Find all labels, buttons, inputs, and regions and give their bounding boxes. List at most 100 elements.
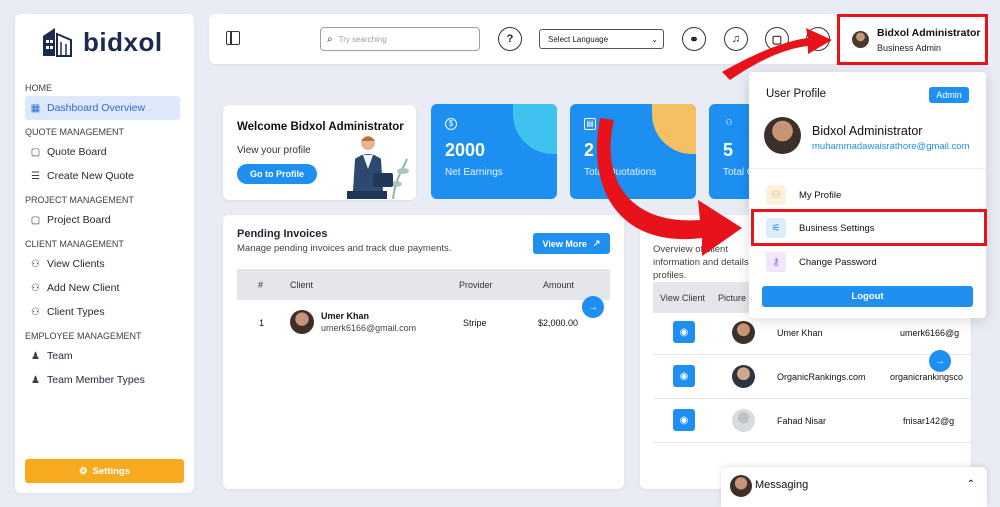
- column-header: Picture: [718, 293, 747, 303]
- user-profile-dropdown: User Profile Admin Bidxol Administrator …: [749, 72, 986, 318]
- search-input[interactable]: ⌕ Try searching: [320, 27, 480, 51]
- eye-icon[interactable]: ◉: [673, 409, 695, 431]
- bell-icon[interactable]: ♫: [724, 27, 748, 51]
- stat-card-decoration: [652, 104, 696, 154]
- column-header: Provider: [459, 280, 493, 290]
- gear-icon: ⚙: [78, 465, 88, 477]
- eye-icon[interactable]: ◉: [673, 321, 695, 343]
- divider: [749, 168, 986, 169]
- chat-icon[interactable]: ▢: [765, 27, 789, 51]
- language-select[interactable]: Select Language ⌄: [539, 29, 664, 49]
- sidebar-item-add-new-client[interactable]: ⚇ Add New Client: [25, 276, 180, 300]
- team-icon: ♟: [31, 350, 40, 362]
- database-icon: ☰: [31, 170, 40, 182]
- provider: Stripe: [463, 318, 487, 328]
- view-more-label: View More: [542, 238, 587, 249]
- column-header: #: [258, 280, 264, 290]
- scroll-right-icon[interactable]: →: [582, 296, 604, 318]
- brand-logo[interactable]: bidxol: [41, 26, 163, 58]
- welcome-subtitle: View your profile: [237, 145, 311, 156]
- avatar: [732, 365, 755, 388]
- link-icon[interactable]: ⚭: [682, 27, 706, 51]
- arrow-up-right-icon: ↗: [592, 238, 601, 248]
- card-subtitle: Manage pending invoices and track due pa…: [237, 243, 452, 254]
- column-header: Client: [290, 280, 314, 290]
- user-icon: ⚇: [31, 258, 40, 270]
- menu-item-change-password[interactable]: ⚷ Change Password: [766, 250, 971, 274]
- table-row: ◉ OrganicRankings.com organicrankingsco: [653, 356, 971, 399]
- menu-item-my-profile[interactable]: ⚇ My Profile: [766, 183, 971, 207]
- clipboard-icon: ▢: [30, 146, 41, 158]
- column-header: Amount: [543, 280, 575, 290]
- clipboard-icon: ▢: [30, 214, 41, 226]
- user-role: Business Admin: [877, 43, 942, 53]
- nav-section-home: HOME: [25, 83, 52, 93]
- scroll-right-icon[interactable]: →: [929, 350, 951, 372]
- table-row: ◉ Umer Khan umerk6166@g: [653, 312, 971, 355]
- menu-item-label: My Profile: [799, 189, 842, 201]
- sidebar-item-label: View Clients: [47, 258, 105, 270]
- table-row: 1 Umer Khan umerk6166@gmail.com Stripe $…: [237, 305, 610, 340]
- user-name: Bidxol Administrator: [877, 27, 981, 39]
- nav-section-employee-management: EMPLOYEE MANAGEMENT: [25, 331, 142, 341]
- nav-section-quote-management: QUOTE MANAGEMENT: [25, 127, 125, 137]
- avatar: [730, 475, 752, 497]
- dropdown-title: User Profile: [766, 88, 827, 100]
- chevron-down-icon: ⌄: [651, 34, 658, 44]
- user-menu-trigger[interactable]: Bidxol Administrator Business Admin: [837, 14, 988, 65]
- business-settings-highlight: [751, 209, 987, 246]
- client-name: Umer Khan: [321, 311, 370, 321]
- user-icon: ⚇: [31, 306, 40, 318]
- stat-value: 2: [584, 140, 595, 160]
- sidebar-item-team-member-types[interactable]: ♟ Team Member Types: [25, 368, 180, 392]
- sidebar-toggle-icon[interactable]: [226, 31, 240, 45]
- eye-icon[interactable]: ◉: [673, 365, 695, 387]
- sidebar-item-view-clients[interactable]: ⚇ View Clients: [25, 252, 180, 276]
- sidebar-item-label: Create New Quote: [47, 170, 134, 182]
- nav-section-client-management: CLIENT MANAGEMENT: [25, 239, 124, 249]
- client-name: Fahad Nisar: [777, 416, 827, 426]
- sidebar-item-client-types[interactable]: ⚇ Client Types: [25, 300, 180, 324]
- avatar: [852, 31, 869, 48]
- sidebar-item-create-new-quote[interactable]: ☰ Create New Quote: [25, 164, 180, 188]
- stat-card-decoration: [513, 104, 557, 154]
- column-header: View Client: [660, 293, 705, 303]
- man-illustration: [347, 136, 409, 199]
- users-icon: ⚇: [725, 118, 733, 127]
- logout-button[interactable]: Logout: [762, 286, 973, 307]
- search-icon: ⌕: [327, 33, 333, 45]
- language-select-value: Select Language: [548, 34, 609, 44]
- sidebar-item-label: Team: [47, 350, 73, 362]
- sidebar-item-label: Team Member Types: [47, 374, 145, 386]
- sidebar-item-label: Project Board: [47, 214, 111, 226]
- sidebar-item-dashboard-overview[interactable]: ▦ Dashboard Overview: [25, 96, 180, 120]
- role-badge: Admin: [929, 87, 969, 103]
- settings-label: Settings: [92, 465, 130, 477]
- client-name: OrganicRankings.com: [777, 372, 866, 382]
- stat-label: Total Quotations: [584, 167, 657, 178]
- chevron-up-icon[interactable]: ⌃: [967, 479, 975, 490]
- client-email: umerk6166@g: [900, 328, 960, 338]
- settings-button[interactable]: ⚙ Settings: [25, 459, 184, 483]
- go-to-profile-button[interactable]: Go to Profile: [237, 164, 317, 184]
- stat-card-total-quotations: ▤ 2 Total Quotations: [570, 104, 696, 199]
- sidebar-item-team[interactable]: ♟ Team: [25, 344, 180, 368]
- profile-email[interactable]: muhammadawaisrathore@gmail.com: [812, 141, 969, 152]
- grid-icon: ▦: [30, 102, 41, 114]
- sidebar-item-quote-board[interactable]: ▢ Quote Board: [25, 140, 180, 164]
- sidebar-item-project-board[interactable]: ▢ Project Board: [25, 208, 180, 232]
- messaging-label: Messaging: [755, 479, 809, 491]
- avatar: [732, 409, 755, 432]
- team-icon: ♟: [31, 374, 40, 386]
- help-icon[interactable]: ?: [498, 27, 522, 51]
- menu-item-label: Change Password: [799, 256, 877, 268]
- stat-card-net-earnings: $ 2000 Net Earnings: [431, 104, 557, 199]
- key-icon: ⚷: [766, 252, 786, 272]
- amount: $2,000.00: [538, 318, 579, 328]
- user-circle-icon[interactable]: [806, 27, 830, 51]
- document-icon: ▤: [584, 118, 596, 130]
- view-more-button[interactable]: View More ↗: [533, 233, 610, 254]
- sidebar-item-label: Quote Board: [47, 146, 107, 158]
- messaging-widget[interactable]: Messaging ⌃: [721, 467, 987, 507]
- welcome-card: Welcome Bidxol Administrator View your p…: [223, 105, 416, 200]
